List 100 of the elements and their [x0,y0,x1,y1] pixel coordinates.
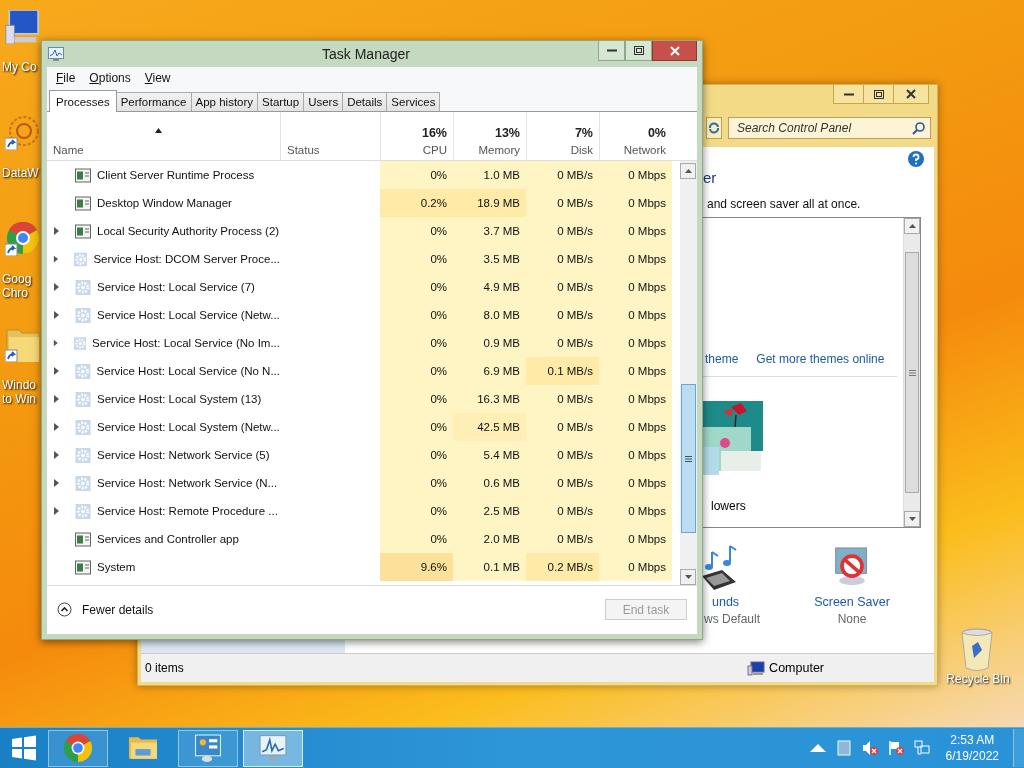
tab[interactable]: Details [342,92,388,111]
column-total: 16% [421,126,447,140]
process-name: Service Host: Local Service (No N... [96,365,280,377]
chrome-icon [64,734,92,762]
table-cell: 0 MB/s [526,469,599,497]
starburst-shortcut-icon [5,116,39,150]
gear-icon [75,279,91,295]
expand-arrow-icon[interactable] [53,451,60,459]
close-button[interactable] [894,85,928,103]
column-header[interactable]: Name [53,144,84,156]
gear-icon [75,391,91,407]
tab[interactable]: Performance [115,92,192,111]
table-cell: 8.0 MB [453,301,526,329]
expand-arrow-icon[interactable] [53,423,60,431]
scroll-up-button[interactable] [904,218,920,234]
scroll-down-button[interactable] [904,511,920,527]
column-total: 0% [647,126,666,140]
gear-icon [74,363,91,379]
table-cell: 0 MB/s [526,245,599,273]
setting-value: None [837,612,867,626]
table-cell: 0 Mbps [599,245,672,273]
tab[interactable]: Startup [257,92,305,111]
flag-error-icon[interactable] [887,740,904,756]
table-cell: 0.1 MB/s [526,357,599,385]
expand-arrow-icon[interactable] [53,367,60,375]
minimize-icon [843,92,854,96]
table-cell: 0 Mbps [599,413,672,441]
column-header[interactable]: Memory [478,144,520,156]
process-name: Service Host: DCOM Server Proce... [93,253,280,265]
scroll-up-button[interactable] [680,163,696,179]
refresh-button[interactable] [706,117,722,139]
expand-arrow-icon[interactable] [53,395,60,403]
expand-arrow-icon[interactable] [53,507,60,515]
expand-arrow-icon[interactable] [53,255,59,263]
table-cell: 0 MB/s [526,497,599,525]
setting-link[interactable]: unds [712,595,740,609]
column-header[interactable]: Network [623,144,666,156]
table-cell: 0 Mbps [599,301,672,329]
tab[interactable]: App history [190,92,259,111]
folder-icon [129,734,157,762]
gear-icon [75,419,91,435]
column-header[interactable]: Status [287,144,320,156]
sort-arrow-icon [155,128,162,133]
control-panel-icon [194,734,222,762]
expand-arrow-icon[interactable] [53,227,60,235]
page-heading: er [703,169,717,187]
menu-item[interactable]: File [49,69,83,87]
table-cell: 0.9 MB [453,329,526,357]
scrollbar-thumb[interactable] [905,252,919,493]
theme-link[interactable]: Get more themes online [756,352,885,366]
column-header[interactable]: Disk [570,144,593,156]
table-cell: 0 MB/s [526,413,599,441]
column-total: 7% [574,126,593,140]
taskbar-button[interactable] [243,729,303,767]
table-cell: 0 Mbps [599,469,672,497]
fewer-details-button[interactable]: Fewer details [57,602,154,617]
help-icon[interactable] [908,151,924,167]
tab[interactable]: Processes [49,90,117,112]
expand-arrow-icon[interactable] [53,283,60,291]
table-cell: 1.0 MB [453,161,526,189]
search-field[interactable]: Search Control Panel [728,117,931,139]
theme-list[interactable]: theme Get more themes online lowers [700,217,921,528]
table-cell: 6.9 MB [453,357,526,385]
maximize-button[interactable] [864,85,894,103]
monitor-graph-icon [259,734,287,762]
monitor-graph-icon [48,47,64,61]
taskbar-button[interactable] [48,729,108,767]
process-name: System [97,561,136,573]
process-name: Service Host: Local Service (Netw... [97,309,280,321]
tab[interactable]: Users [303,92,344,111]
process-name: Service Host: Network Service (5) [97,449,270,461]
table-cell: 0 Mbps [599,273,672,301]
maximize-icon [873,89,884,99]
expand-arrow-icon[interactable] [53,311,60,319]
menu-item[interactable]: View [137,69,178,87]
recycle-bin-icon [960,628,994,672]
location-text: Computer [769,661,824,675]
scroll-down-button[interactable] [680,569,696,585]
close-icon [669,45,680,56]
tab[interactable]: Services [386,92,441,111]
expand-arrow-icon[interactable] [53,339,59,347]
network-icon[interactable] [913,740,930,756]
setting-link[interactable]: Screen Saver [814,595,890,609]
table-cell: 0 MB/s [526,301,599,329]
close-button[interactable] [652,41,697,61]
table-cell: 0% [380,357,453,385]
table-cell: 0% [380,413,453,441]
table-cell: 0.2% [380,189,453,217]
search-icon[interactable] [912,121,926,135]
theme-link[interactable]: theme [705,352,739,366]
maximize-icon [633,46,644,55]
expand-arrow-icon[interactable] [53,479,60,487]
menu-item[interactable]: Options [82,69,138,87]
scrollbar-thumb[interactable] [681,384,696,533]
down-arrow-icon [684,575,692,579]
maximize-button[interactable] [625,41,652,61]
table-cell: 0% [380,245,453,273]
taskbar-button[interactable] [178,729,238,767]
muted-speaker-icon[interactable] [861,740,878,756]
column-header[interactable]: CPU [422,144,447,156]
